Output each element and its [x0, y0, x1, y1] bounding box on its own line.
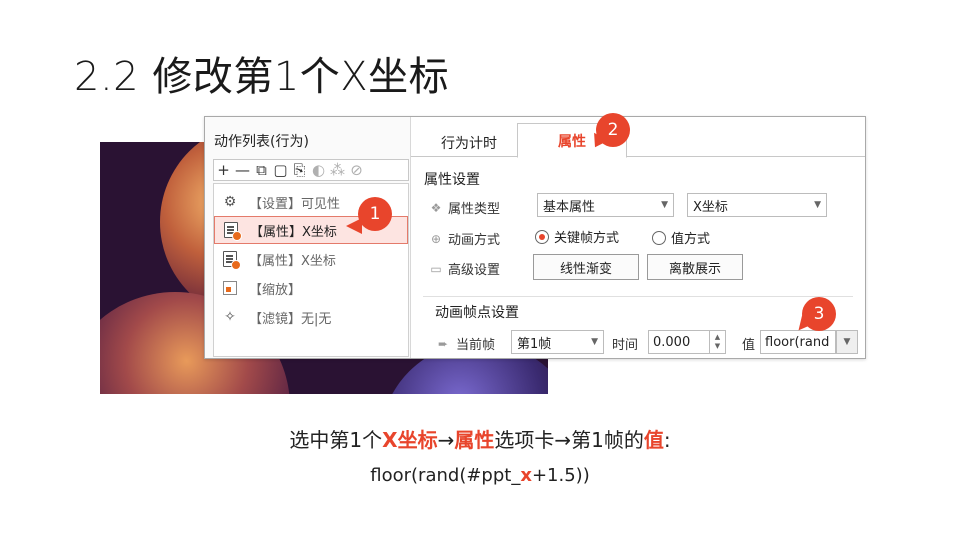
action-list-title: 动作列表(行为): [214, 134, 309, 150]
attribute-select[interactable]: X坐标 ▼: [687, 193, 827, 217]
action-item-label: 【属性】X坐标: [249, 253, 336, 269]
paste-icon[interactable]: ⎘: [290, 160, 309, 180]
time-label: 时间: [612, 338, 639, 353]
formula-text: floor(rand(#ppt_x+1.5)): [370, 465, 590, 486]
step-badge-1: 1: [358, 197, 392, 231]
tab-bar: 行为计时 属性: [411, 117, 865, 158]
current-frame-label: ➨ 当前帧: [435, 334, 495, 354]
gear-icon: ⚙: [223, 194, 237, 210]
magic-wand-icon: ✧: [224, 309, 236, 325]
spin-up-icon[interactable]: ▲: [715, 333, 720, 342]
property-type-label: ❖ 属性类型: [430, 200, 501, 218]
radio-empty-icon: [652, 230, 666, 245]
time-input[interactable]: 0.000: [648, 330, 710, 354]
value-dropdown-button[interactable]: ▼: [836, 330, 858, 354]
action-item-filter[interactable]: ✧ 【滤镜】无|无: [214, 303, 408, 331]
step-badge-3: 3: [802, 297, 836, 331]
property-settings-title: 属性设置: [424, 172, 480, 188]
chevron-down-icon: ▼: [591, 337, 598, 347]
plus-icon[interactable]: +: [214, 160, 233, 180]
radio-keyframe-mode[interactable]: 关键帧方式: [535, 227, 619, 246]
window-icon: ▭: [430, 261, 442, 276]
radio-selected-icon: [535, 229, 549, 244]
tab-behavior-timing[interactable]: 行为计时: [429, 129, 509, 157]
step-badge-2: 2: [596, 113, 630, 147]
property-doc-icon: [222, 221, 242, 241]
instruction-caption: 选中第1个X坐标→属性选项卡→第1帧的值:: [289, 428, 671, 452]
property-type-select[interactable]: 基本属性 ▼: [537, 193, 674, 217]
divider: [423, 296, 853, 297]
value-label: 值: [742, 338, 756, 353]
value-input[interactable]: floor(rand: [760, 330, 836, 354]
property-doc-icon: [221, 250, 241, 270]
spin-down-icon[interactable]: ▼: [715, 342, 720, 351]
action-toolbar: + — ⧉ ▢ ⎘ ◐ ⁂ ⊘: [213, 159, 409, 181]
linear-gradient-button[interactable]: 线性渐变: [533, 254, 639, 280]
cut-icon[interactable]: ▢: [271, 160, 290, 180]
group-icon[interactable]: ⁂: [328, 160, 347, 180]
keyframe-settings-title: 动画帧点设置: [435, 305, 519, 321]
disable-icon[interactable]: ⊘: [347, 160, 366, 180]
action-item-scale[interactable]: 【缩放】: [214, 274, 408, 302]
radio-value-mode[interactable]: 值方式: [652, 228, 710, 247]
action-list-pane: 动作列表(行为) + — ⧉ ▢ ⎘ ◐ ⁂ ⊘ ⚙ 【设置】可见性 【属性】X…: [205, 117, 411, 358]
chevron-down-icon: ▼: [814, 200, 821, 210]
animation-mode-label: ⊕ 动画方式: [430, 231, 501, 249]
action-item-label: 【设置】可见性: [249, 196, 341, 212]
slide-title: 2.2 修改第1个X坐标: [74, 54, 450, 100]
chevron-down-icon: ▼: [661, 200, 668, 210]
current-frame-select[interactable]: 第1帧 ▼: [511, 330, 604, 354]
advanced-settings-label: ▭ 高级设置: [430, 261, 501, 279]
diamond-icon: ❖: [430, 200, 442, 215]
scale-icon: [221, 279, 239, 297]
crosshair-icon: ⊕: [430, 231, 442, 246]
action-item-label: 【缩放】: [249, 282, 302, 298]
arrow-right-icon: ➨: [437, 336, 449, 351]
minus-icon[interactable]: —: [233, 160, 252, 180]
action-item-x-coordinate-2[interactable]: 【属性】X坐标: [214, 245, 408, 273]
merge-icon[interactable]: ◐: [309, 160, 328, 180]
time-spinner[interactable]: ▲ ▼: [710, 330, 726, 354]
copy-icon[interactable]: ⧉: [252, 160, 271, 180]
action-item-label: 【属性】X坐标: [250, 224, 337, 240]
discrete-display-button[interactable]: 离散展示: [647, 254, 743, 280]
action-item-label: 【滤镜】无|无: [249, 311, 332, 327]
action-panel-window: 动作列表(行为) + — ⧉ ▢ ⎘ ◐ ⁂ ⊘ ⚙ 【设置】可见性 【属性】X…: [204, 116, 866, 359]
